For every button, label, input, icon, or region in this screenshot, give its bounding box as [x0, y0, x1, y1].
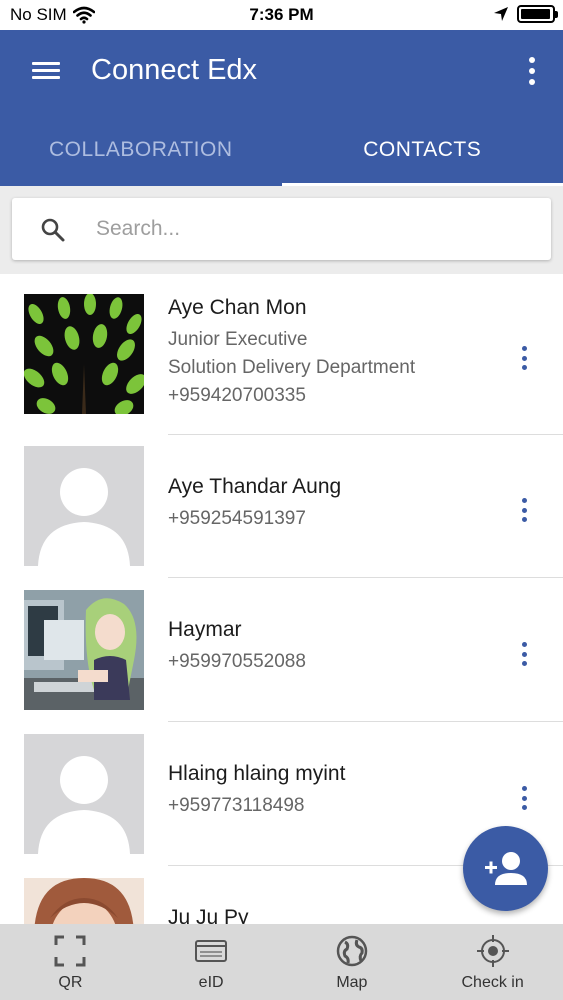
hamburger-icon-bar: [32, 62, 60, 65]
status-right: [493, 5, 558, 23]
menu-button[interactable]: [28, 58, 68, 88]
contact-info: Haymar +959970552088: [168, 618, 498, 676]
search-input[interactable]: [96, 214, 536, 244]
tab-contacts[interactable]: CONTACTS: [281, 116, 563, 186]
nav-label: QR: [58, 974, 83, 991]
status-time: 7:36 PM: [249, 5, 314, 24]
hamburger-icon-bar: [32, 76, 60, 79]
anime-avatar-image: [24, 590, 144, 710]
contact-info: Ju Ju Py: [168, 906, 498, 924]
contact-info: Hlaing hlaing myint +959773118498: [168, 762, 498, 820]
location-arrow-icon: [494, 7, 508, 21]
contact-more-button[interactable]: [519, 498, 529, 522]
dot-icon: [521, 786, 527, 791]
tab-bar: COLLABORATION CONTACTS: [0, 116, 563, 186]
dot-icon: [521, 365, 527, 370]
avatar: [24, 446, 144, 566]
add-person-icon: [484, 851, 527, 885]
dot-icon: [529, 68, 535, 74]
dot-icon: [521, 507, 527, 513]
search-area: [0, 186, 563, 274]
tree-avatar-image: [24, 294, 144, 414]
overflow-menu-button[interactable]: [521, 54, 543, 88]
contact-more-button[interactable]: [519, 346, 529, 370]
contact-name: Hlaing hlaing myint: [168, 762, 346, 785]
dot-icon: [521, 346, 527, 351]
nav-map[interactable]: Map: [282, 924, 423, 1000]
battery-icon: [517, 5, 558, 23]
dot-icon: [521, 517, 527, 522]
dot-icon: [529, 57, 535, 63]
search-icon: [41, 218, 65, 242]
hamburger-icon-bar: [32, 69, 60, 72]
dot-icon: [521, 805, 527, 810]
avatar: [24, 734, 144, 854]
woman-avatar-image: [24, 878, 144, 924]
contact-info: Aye Thandar Aung +959254591397: [168, 475, 498, 533]
nav-qr[interactable]: QR: [0, 924, 141, 1000]
id-card-icon: [195, 940, 228, 962]
contact-name: Haymar: [168, 618, 242, 641]
contact-phone: +959254591397: [168, 508, 306, 529]
contact-name: Ju Ju Py: [168, 906, 249, 924]
dot-icon: [521, 642, 527, 647]
nav-label: Check in: [461, 974, 524, 991]
avatar: [24, 294, 144, 414]
tab-collaboration[interactable]: COLLABORATION: [0, 116, 282, 186]
contact-name: Aye Chan Mon: [168, 296, 307, 319]
contact-title: Junior Executive: [168, 329, 308, 350]
app-bar: Connect Edx COLLABORATION CONTACTS: [0, 30, 563, 186]
avatar: [24, 590, 144, 710]
dot-icon: [521, 795, 527, 801]
contacts-list: Aye Chan Mon Junior Executive Solution D…: [0, 274, 563, 924]
search-box[interactable]: [12, 198, 551, 260]
dot-icon: [521, 355, 527, 361]
status-bar: No SIM 7:36 PM: [0, 0, 563, 30]
crosshair-icon: [476, 935, 509, 967]
nav-label: eID: [198, 974, 224, 991]
contact-info: Aye Chan Mon Junior Executive Solution D…: [168, 296, 498, 410]
contact-more-button[interactable]: [519, 642, 529, 666]
qr-scan-icon: [54, 935, 86, 967]
contact-item[interactable]: Aye Thandar Aung +959254591397: [0, 435, 563, 578]
dot-icon: [529, 79, 535, 85]
add-contact-button[interactable]: [463, 826, 548, 911]
toolbar: Connect Edx: [0, 30, 563, 116]
nav-check-in[interactable]: Check in: [422, 924, 563, 1000]
battery-level: [521, 9, 550, 19]
contact-item[interactable]: Aye Chan Mon Junior Executive Solution D…: [0, 274, 563, 435]
contact-phone: +959773118498: [168, 795, 305, 816]
default-person-icon: [24, 446, 144, 566]
dot-icon: [521, 498, 527, 503]
contact-item[interactable]: Haymar +959970552088: [0, 578, 563, 722]
app-title: Connect Edx: [91, 54, 258, 86]
contact-name: Aye Thandar Aung: [168, 475, 342, 498]
contact-department: Solution Delivery Department: [168, 357, 416, 378]
nav-eid[interactable]: eID: [141, 924, 282, 1000]
dot-icon: [521, 651, 527, 657]
dot-icon: [521, 661, 527, 666]
globe-icon: [336, 935, 368, 967]
contact-more-button[interactable]: [519, 786, 529, 810]
contact-phone: +959970552088: [168, 651, 306, 672]
nav-label: Map: [336, 974, 368, 991]
avatar: [24, 878, 144, 924]
default-person-icon: [24, 734, 144, 854]
bottom-navigation: QR eID Map Check in: [0, 924, 563, 1000]
contact-phone: +959420700335: [168, 385, 306, 406]
